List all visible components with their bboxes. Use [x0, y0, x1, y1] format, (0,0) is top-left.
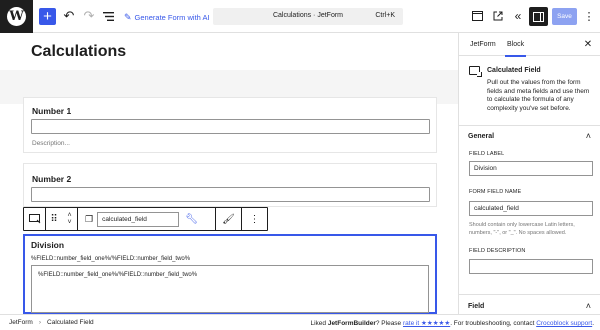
please-text: ? Please — [375, 320, 403, 327]
editor-canvas: Calculations Number 1 Description... Num… — [0, 33, 458, 314]
copy-icon[interactable]: ❐ — [85, 214, 93, 225]
close-icon[interactable]: ✕ — [582, 38, 594, 50]
wrench-icon[interactable]: 🔧︎ — [185, 214, 198, 225]
number-input-1[interactable] — [31, 119, 430, 134]
rate-link[interactable]: rate it ★★★★★ — [403, 320, 450, 327]
tab-block[interactable]: Block — [504, 33, 527, 57]
shortcut-hint: Ctrl+K — [375, 12, 395, 19]
support-suffix: . — [592, 320, 594, 327]
magic-wand-icon: ✎ — [124, 11, 132, 22]
sidebar-icon — [533, 11, 544, 22]
document-overview-icon[interactable] — [100, 8, 116, 24]
chevron-up-icon: ˄ — [585, 301, 591, 311]
add-block-button[interactable]: + — [39, 8, 56, 25]
field-label: Number 1 — [32, 106, 72, 116]
block-toolbar: ⠿ ˄ ˅ ❐ calculated_field 🔧︎ 🖌︎ ⋮ — [23, 207, 268, 231]
form-field-name-label: FORM FIELD NAME — [469, 189, 522, 195]
number-field-block-1[interactable]: Number 1 Description... — [23, 97, 437, 153]
settings-sidebar: JetForm Block ✕ Calculated Field Pull ou… — [458, 33, 600, 314]
block-card-title: Calculated Field — [487, 67, 541, 74]
wordpress-logo-button[interactable]: W — [0, 0, 33, 33]
block-card: Calculated Field Pull out the values fro… — [459, 56, 600, 126]
settings-toggle-button[interactable] — [529, 7, 548, 26]
number-field-block-2[interactable]: Number 2 — [23, 163, 437, 207]
general-panel-toggle[interactable]: General ˄ — [459, 126, 600, 148]
formula-preview: %FIELD::number_field_one%/%FIELD::number… — [31, 256, 191, 262]
panel-divider — [459, 294, 600, 295]
external-link-icon[interactable] — [490, 8, 506, 24]
breadcrumb-separator: › — [38, 319, 42, 326]
form-field-name-input[interactable]: calculated_field — [469, 201, 593, 216]
clear-brush-icon[interactable]: 🖌︎ — [216, 208, 242, 230]
form-document: Calculations Number 1 Description... Num… — [0, 33, 458, 314]
block-options-icon[interactable]: ⋮ — [242, 208, 267, 230]
toolbar-field-name-input[interactable]: calculated_field — [97, 211, 180, 227]
brand-name: JetFormBuilder — [327, 320, 376, 327]
drag-handle-icon[interactable]: ⠿ — [46, 208, 62, 230]
chevron-up-icon: ˄ — [585, 131, 591, 141]
breadcrumb: JetForm › Calculated Field — [9, 319, 94, 326]
form-field-name-help: Should contain only lowercase Latin lett… — [469, 222, 575, 236]
undo-icon[interactable]: ↶ — [61, 8, 77, 24]
calculated-field-icon — [469, 66, 482, 77]
block-card-description: Pull out the values from the form fields… — [487, 79, 590, 112]
field-description-label: FIELD DESCRIPTION — [469, 248, 526, 254]
editor-toolbar: W + ↶ ↷ ✎ Generate Form with AI Calculat… — [0, 0, 600, 33]
liked-prefix: Liked — [310, 320, 328, 327]
block-type-icon[interactable] — [24, 208, 46, 230]
redo-icon[interactable]: ↷ — [81, 8, 97, 24]
generate-form-ai-button[interactable]: ✎ Generate Form with AI — [124, 10, 210, 24]
formula-value: %FIELD::number_field_one%/%FIELD::number… — [38, 272, 198, 278]
breadcrumb-item-calculated-field[interactable]: Calculated Field — [47, 319, 94, 326]
formula-textarea[interactable]: %FIELD::number_field_one%/%FIELD::number… — [31, 265, 429, 313]
field-label-input[interactable]: Division — [469, 161, 593, 176]
sidebar-tabs: JetForm Block ✕ — [459, 33, 600, 57]
footer-rating-notice: Liked JetFormBuilder? Please rate it ★★★… — [310, 319, 594, 327]
move-up-down-icon[interactable]: ˄ ˅ — [62, 208, 78, 230]
field-description-input[interactable] — [469, 259, 593, 274]
field-description: Description... — [32, 140, 70, 147]
view-icon[interactable] — [469, 8, 485, 24]
generate-form-ai-label: Generate Form with AI — [134, 12, 210, 22]
chevrons-left-icon[interactable]: « — [510, 8, 526, 24]
wordpress-icon: W — [7, 7, 26, 26]
more-options-icon[interactable]: ⋮ — [583, 8, 595, 24]
page-title[interactable]: Calculations — [31, 43, 126, 61]
field-label: Division — [31, 240, 65, 250]
field-panel-title: Field — [468, 303, 485, 310]
field-label-label: FIELD LABEL — [469, 151, 505, 157]
field-label: Number 2 — [32, 174, 72, 184]
breadcrumb-item-jetform[interactable]: JetForm — [9, 319, 33, 326]
save-button[interactable]: Save — [552, 8, 577, 25]
number-input-2[interactable] — [31, 187, 430, 202]
editor-footer: JetForm › Calculated Field Liked JetForm… — [0, 314, 600, 330]
support-link[interactable]: Crocoblock support — [536, 320, 592, 327]
calculated-field-block[interactable]: Division %FIELD::number_field_one%/%FIEL… — [23, 234, 437, 314]
command-palette-bar[interactable]: Calculations · JetForm Ctrl+K — [213, 8, 403, 25]
tab-jetform[interactable]: JetForm — [470, 33, 496, 56]
support-prefix: . For troubleshooting, contact — [450, 320, 537, 327]
field-name-group: ❐ calculated_field 🔧︎ — [78, 208, 216, 230]
general-panel-title: General — [468, 133, 495, 140]
